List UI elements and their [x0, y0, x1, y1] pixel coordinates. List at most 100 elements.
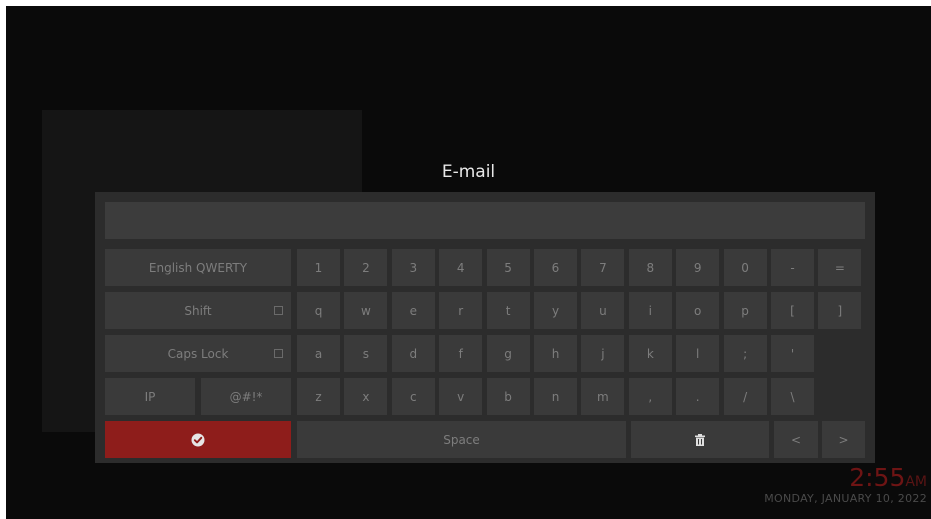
char-key[interactable]: d — [391, 335, 435, 372]
char-key-label: 6 — [551, 260, 560, 275]
char-key[interactable]: 0 — [723, 249, 767, 286]
space-key[interactable]: Space — [297, 421, 626, 458]
char-key-label: s — [362, 346, 370, 361]
char-key-label: \ — [790, 389, 795, 404]
char-key[interactable]: ' — [771, 335, 814, 372]
char-key[interactable]: = — [818, 249, 862, 286]
char-key-label: 1 — [314, 260, 323, 275]
char-key[interactable]: 2 — [344, 249, 388, 286]
email-input[interactable] — [105, 202, 865, 239]
ip-key[interactable]: IP — [105, 378, 195, 415]
char-key[interactable]: s — [344, 335, 388, 372]
char-key[interactable]: b — [486, 378, 530, 415]
char-key[interactable]: 5 — [486, 249, 530, 286]
caps-lock-checkbox-icon — [274, 349, 283, 358]
char-key-label: g — [504, 346, 512, 361]
char-key[interactable]: . — [676, 378, 720, 415]
char-key[interactable]: m — [581, 378, 625, 415]
char-key-label: u — [599, 303, 607, 318]
char-key-label: w — [360, 303, 371, 318]
char-key[interactable]: k — [628, 335, 672, 372]
char-key[interactable]: 9 — [676, 249, 720, 286]
char-key[interactable]: [ — [771, 292, 814, 329]
char-key[interactable]: r — [439, 292, 483, 329]
char-key[interactable]: i — [628, 292, 672, 329]
char-key-label: j — [601, 346, 605, 361]
char-key-label: 9 — [693, 260, 702, 275]
char-key-label: l — [696, 346, 700, 361]
char-key[interactable]: q — [297, 292, 340, 329]
char-key-label: [ — [790, 303, 795, 318]
char-key[interactable]: ; — [723, 335, 767, 372]
char-key[interactable]: l — [676, 335, 720, 372]
checkmark-circle-icon — [191, 433, 205, 446]
cursor-left-key[interactable]: < — [774, 421, 818, 458]
char-key[interactable]: y — [534, 292, 577, 329]
char-key-label: ] — [837, 303, 843, 318]
char-key[interactable]: x — [344, 378, 388, 415]
char-key[interactable]: / — [723, 378, 767, 415]
char-key[interactable]: 6 — [534, 249, 577, 286]
char-key[interactable]: t — [486, 292, 530, 329]
char-key[interactable]: 4 — [439, 249, 483, 286]
char-key[interactable]: , — [628, 378, 672, 415]
char-key-label: ' — [790, 346, 795, 361]
trash-icon — [695, 433, 705, 446]
char-key[interactable]: - — [771, 249, 814, 286]
char-key-label: q — [314, 303, 323, 318]
char-key[interactable]: v — [439, 378, 483, 415]
char-key[interactable]: c — [391, 378, 435, 415]
char-key-label: n — [551, 389, 560, 404]
char-key[interactable]: h — [534, 335, 577, 372]
shift-key[interactable]: Shift — [105, 292, 291, 329]
char-key[interactable]: f — [439, 335, 483, 372]
screen: E-mail English QWERTY Shift Caps Lock IP… — [6, 6, 931, 519]
ip-label: IP — [144, 389, 156, 404]
char-key-label: 3 — [409, 260, 418, 275]
char-key-label: k — [646, 346, 654, 361]
char-key[interactable]: u — [581, 292, 625, 329]
char-key[interactable]: 1 — [297, 249, 340, 286]
caps-lock-key[interactable]: Caps Lock — [105, 335, 291, 372]
char-key[interactable]: n — [534, 378, 577, 415]
char-key[interactable]: e — [391, 292, 435, 329]
delete-button[interactable] — [631, 421, 769, 458]
cursor-right-key[interactable]: > — [822, 421, 865, 458]
char-key[interactable]: ] — [818, 292, 862, 329]
char-key[interactable]: w — [344, 292, 388, 329]
char-key-label: h — [551, 346, 560, 361]
layout-label: English QWERTY — [148, 260, 248, 275]
char-key[interactable]: \ — [771, 378, 814, 415]
char-key[interactable]: 8 — [628, 249, 672, 286]
char-key[interactable]: j — [581, 335, 625, 372]
char-key[interactable]: o — [676, 292, 720, 329]
char-key-label: z — [315, 389, 322, 404]
char-key[interactable]: z — [297, 378, 340, 415]
char-key[interactable]: a — [297, 335, 340, 372]
char-key-label: e — [409, 303, 417, 318]
char-key-label: ; — [743, 346, 748, 361]
char-key[interactable]: p — [723, 292, 767, 329]
cursor-left-label: < — [790, 432, 802, 447]
char-key-label: 5 — [504, 260, 512, 275]
virtual-keyboard: English QWERTY Shift Caps Lock IP @#!* S… — [95, 192, 875, 463]
char-key-label: b — [504, 389, 512, 404]
space-label: Space — [443, 432, 480, 447]
char-key-label: c — [409, 389, 417, 404]
layout-key[interactable]: English QWERTY — [105, 249, 291, 286]
char-key-label: / — [743, 389, 748, 404]
char-key[interactable]: g — [486, 335, 530, 372]
clock: 2:55AM — [849, 465, 927, 495]
clock-time: 2:55 — [849, 463, 906, 492]
char-key-label: i — [648, 303, 652, 318]
char-key[interactable]: 7 — [581, 249, 625, 286]
char-key[interactable]: 3 — [391, 249, 435, 286]
done-button[interactable] — [105, 421, 291, 458]
char-key-label: , — [648, 389, 653, 404]
cursor-right-label: > — [838, 432, 849, 447]
char-key-label: r — [458, 303, 464, 318]
char-key-label: - — [790, 260, 795, 275]
char-key-label: . — [695, 389, 700, 404]
symbols-key[interactable]: @#!* — [201, 378, 291, 415]
char-key-label: = — [834, 260, 845, 275]
